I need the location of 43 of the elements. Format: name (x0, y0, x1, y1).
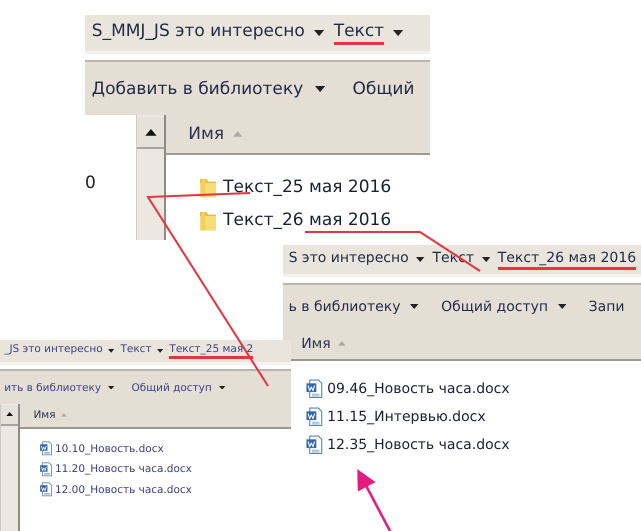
breadcrumb[interactable]: S это интересно (288, 250, 409, 270)
file-item[interactable]: 12.00_Новость часа.docx (38, 482, 291, 498)
scrollbar[interactable] (136, 115, 164, 240)
file-item[interactable]: 09.46_Новость часа.docx (305, 379, 641, 399)
pointer-arrow (357, 469, 392, 531)
breadcrumb[interactable]: Текст (334, 20, 384, 45)
file-item[interactable]: Текст_26 мая 2016 (196, 208, 430, 232)
file-item[interactable]: 12.35_Новость часа.docx (305, 435, 641, 455)
document-icon (38, 441, 52, 456)
sort-icon (338, 341, 346, 346)
scroll-up-button[interactable] (137, 116, 164, 150)
scroll-up-button[interactable] (1, 404, 18, 426)
document-icon (305, 435, 324, 455)
breadcrumb[interactable]: Текст (120, 343, 152, 360)
file-item[interactable]: 11.20_Новость часа.docx (38, 462, 291, 477)
breadcrumb[interactable]: _JS это интересно (4, 343, 103, 360)
toolbar-button[interactable]: Общий доступ (441, 298, 566, 315)
nav-item[interactable]: 0 (85, 172, 136, 193)
file-item[interactable]: 11.15_Интервью.docx (305, 407, 641, 427)
document-icon (305, 407, 324, 427)
sort-icon (232, 130, 242, 137)
document-icon (38, 482, 52, 498)
toolbar-button[interactable]: Общий (352, 78, 414, 99)
toolbar-button[interactable]: ь в библиотеку (288, 298, 419, 315)
toolbar-button[interactable]: Запи (588, 298, 624, 315)
sort-icon (60, 413, 67, 418)
breadcrumb[interactable]: Текст_25 мая 2 (169, 343, 254, 360)
up-arrow-icon (144, 128, 157, 136)
toolbar-button[interactable]: Общий доступ (131, 382, 226, 394)
address-bar[interactable]: S_MMJ_JS это интересно Текст (85, 15, 430, 54)
file-item[interactable]: Текст_25 мая 2016 (196, 174, 430, 199)
column-header[interactable]: Имя (20, 404, 291, 429)
document-icon (38, 462, 52, 477)
toolbar-button[interactable]: ить в библиотеку (4, 382, 115, 394)
breadcrumb[interactable]: Текст_26 мая 2016 (498, 250, 636, 270)
toolbar-button[interactable]: Добавить в библиотеку (92, 78, 326, 99)
breadcrumb[interactable]: S_MMJ_JS это интересно (92, 20, 305, 45)
address-bar[interactable]: _JS это интересно Текст Текст_25 мая 2 (0, 340, 291, 366)
file-item[interactable]: 10.10_Новость.docx (38, 441, 291, 456)
column-header[interactable]: Имя (283, 328, 641, 362)
up-arrow-icon (6, 412, 14, 416)
document-icon (305, 379, 324, 399)
column-header[interactable]: Имя (166, 115, 430, 155)
